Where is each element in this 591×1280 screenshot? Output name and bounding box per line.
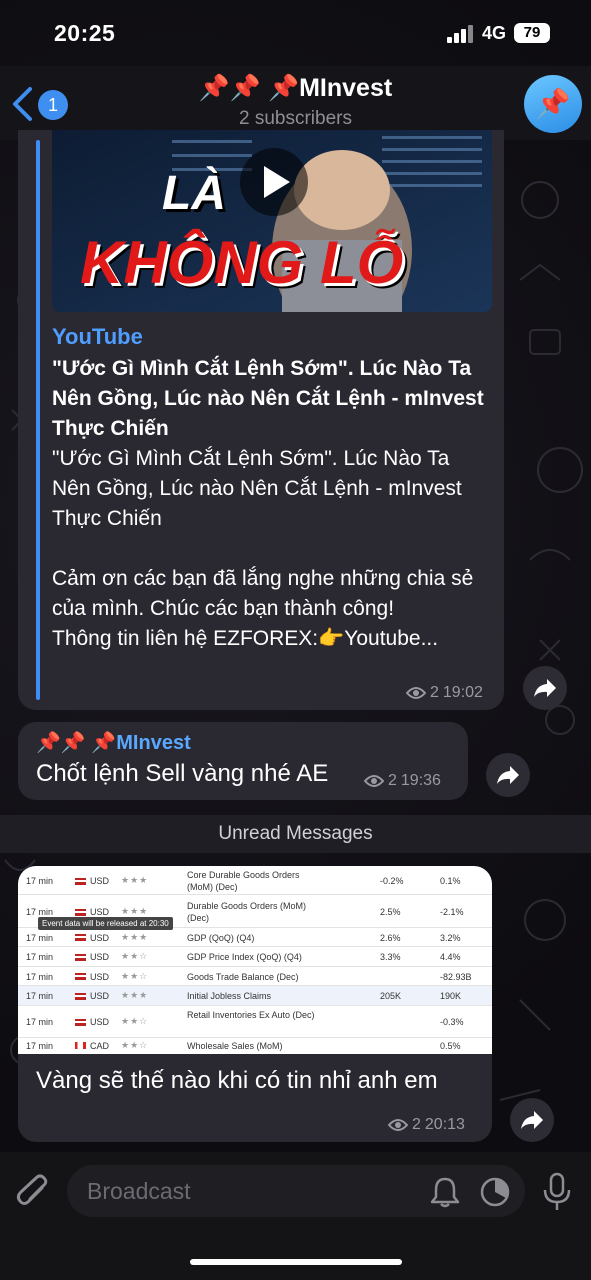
table-row: 17 min USD ★★☆ GDP Price Index (QoQ) (Q4…: [18, 947, 492, 967]
message-time: 19:36: [400, 772, 441, 789]
chat-header: 1 📌📌 📌MInvest 2 subscribers 📌: [0, 66, 591, 140]
message-meta: 2 19:36: [364, 772, 441, 790]
message-calendar-image[interactable]: 17 min USD ★★★ Core Durable Goods Orders…: [18, 866, 492, 1142]
unread-messages-divider: Unread Messages: [0, 815, 591, 853]
table-row: 17 min USD ★★★ Core Durable Goods Orders…: [18, 866, 492, 895]
importance-stars: ★★★: [121, 990, 149, 1000]
table-row: 17 min USD ★★☆ Goods Trade Balance (Dec)…: [18, 967, 492, 986]
us-flag-icon: [75, 909, 86, 916]
message-time: 20:13: [424, 1116, 465, 1133]
forward-arrow-icon: [521, 1111, 543, 1129]
network-type: 4G: [482, 23, 507, 43]
us-flag-icon: [75, 1019, 86, 1026]
message-youtube-preview[interactable]: LÀ KHÔNG LỖ YouTube "Ước Gì Mình Cắt Lện…: [18, 130, 504, 710]
views-eye-icon: [364, 775, 384, 787]
signal-icon: [447, 25, 473, 43]
message-author[interactable]: 📌📌 📌MInvest: [36, 730, 191, 755]
message-meta: 2 20:13: [388, 1116, 465, 1134]
microphone-icon[interactable]: [540, 1172, 574, 1212]
us-flag-icon: [75, 878, 86, 885]
message-time: 19:02: [442, 684, 483, 701]
view-count: 2: [388, 772, 397, 789]
table-row: 17 min USD ★★★ GDP (QoQ) (Q4) 2.6% 3.2%: [18, 928, 492, 947]
link-title[interactable]: "Ước Gì Mình Cắt Lệnh Sớm". Lúc Nào Ta N…: [52, 354, 492, 444]
bell-notification-icon[interactable]: [430, 1176, 460, 1208]
link-preview-accent: [36, 140, 40, 700]
input-placeholder: Broadcast: [87, 1178, 191, 1204]
view-count: 2: [430, 684, 439, 701]
importance-stars: ★★☆: [121, 971, 149, 981]
channel-avatar[interactable]: 📌: [524, 75, 582, 133]
status-time: 20:25: [54, 20, 116, 46]
channel-title[interactable]: 📌📌 📌MInvest: [0, 74, 591, 103]
status-bar: 20:25 4G 79: [0, 0, 591, 66]
forward-arrow-icon: [534, 679, 556, 697]
event-tooltip: Event data will be released at 20:30: [38, 917, 173, 930]
us-flag-icon: [75, 934, 86, 941]
forward-button[interactable]: [486, 753, 530, 797]
message-text: Vàng sẽ thế nào khi có tin nhỉ anh em: [36, 1067, 438, 1094]
table-row: 17 min USD ★★☆ Retail Inventories Ex Aut…: [18, 1006, 492, 1038]
us-flag-icon: [75, 973, 86, 980]
views-eye-icon: [388, 1119, 408, 1131]
thumbnail-caption-top: LÀ: [162, 167, 226, 220]
schedule-timer-icon[interactable]: [479, 1176, 511, 1208]
message-text: Chốt lệnh Sell vàng nhé AE: [36, 760, 329, 787]
forward-button[interactable]: [510, 1098, 554, 1142]
importance-stars: ★★☆: [121, 1016, 149, 1026]
us-flag-icon: [75, 993, 86, 1000]
battery-indicator: 79: [514, 23, 550, 43]
video-thumbnail[interactable]: LÀ KHÔNG LỖ: [52, 130, 492, 312]
us-flag-icon: [75, 954, 86, 961]
views-eye-icon: [406, 687, 426, 699]
forward-arrow-icon: [497, 766, 519, 784]
importance-stars: ★★☆: [121, 1040, 149, 1050]
importance-stars: ★★★: [121, 932, 149, 942]
importance-stars: ★★★: [121, 906, 149, 916]
table-row: 17 min CAD ★★☆ Wholesale Sales (MoM) 0.5…: [26, 1040, 461, 1051]
table-row: 17 min USD ★★★ Initial Jobless Claims 20…: [18, 986, 492, 1006]
importance-stars: ★★☆: [121, 951, 149, 961]
thumbnail-caption-main: KHÔNG LỖ: [80, 229, 404, 296]
home-indicator[interactable]: [190, 1259, 402, 1265]
view-count: 2: [412, 1116, 421, 1133]
subscriber-count: 2 subscribers: [239, 108, 352, 129]
attachment-paperclip-icon[interactable]: [16, 1174, 50, 1212]
link-site-name[interactable]: YouTube: [52, 324, 143, 350]
economic-calendar-image[interactable]: 17 min USD ★★★ Core Durable Goods Orders…: [18, 866, 492, 1054]
forward-button[interactable]: [523, 666, 567, 710]
ca-flag-icon: [75, 1042, 86, 1049]
message-sell-gold[interactable]: 📌📌 📌MInvest Chốt lệnh Sell vàng nhé AE 2…: [18, 722, 468, 800]
message-meta: 2 19:02: [406, 684, 483, 702]
importance-stars: ★★★: [121, 875, 149, 885]
link-description: "Ước Gì Mình Cắt Lệnh Sớm". Lúc Nào Ta N…: [52, 447, 474, 650]
